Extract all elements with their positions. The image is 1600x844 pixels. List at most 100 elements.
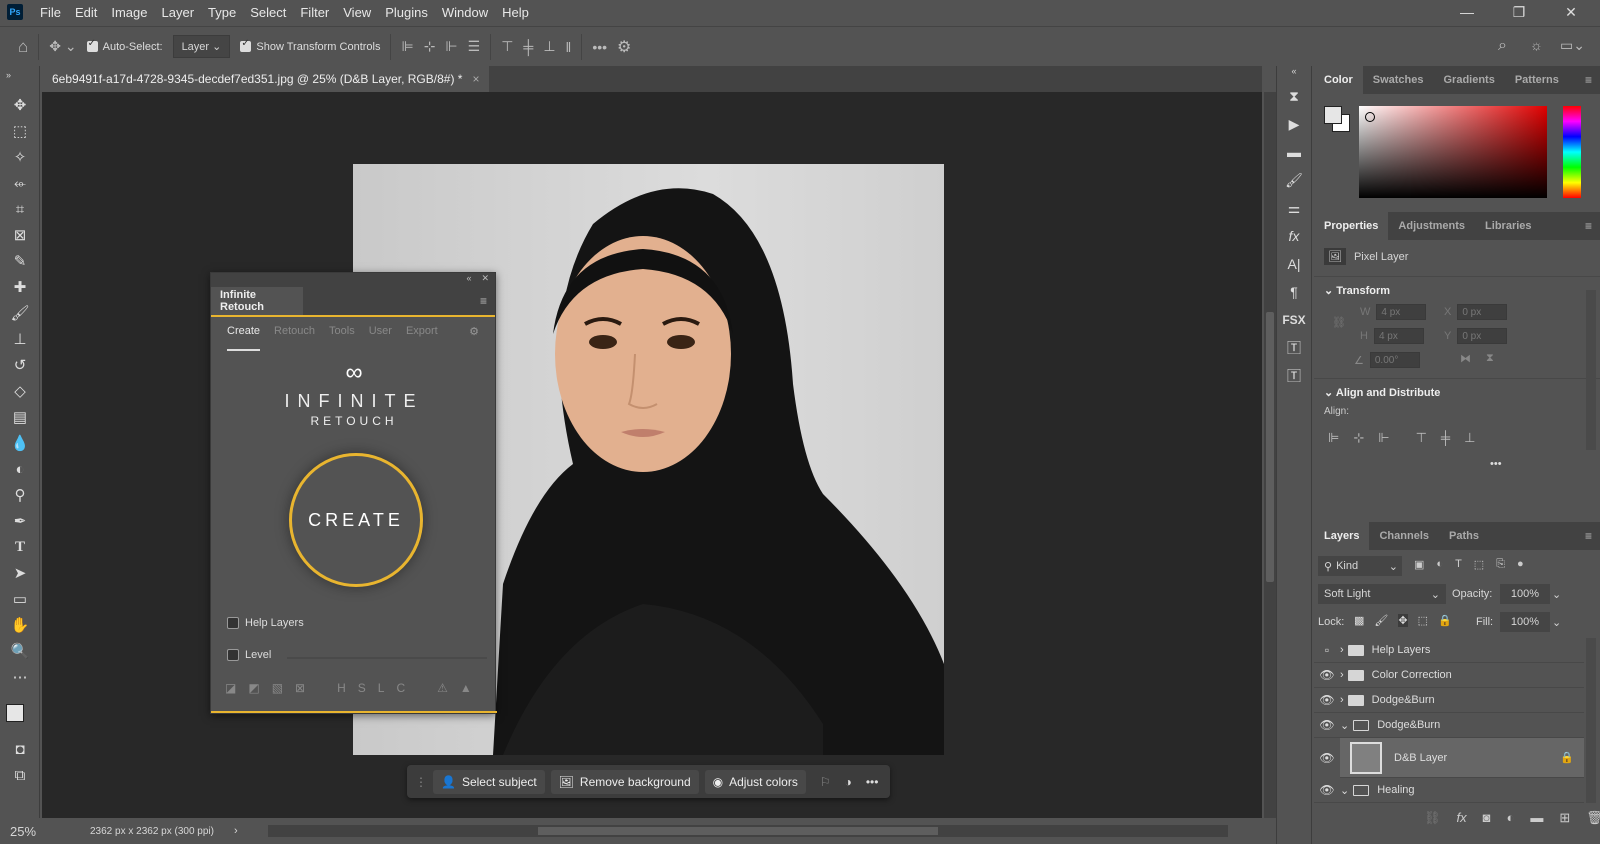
drag-handle-icon[interactable]: ⋮: [415, 775, 427, 789]
warning-outline-icon[interactable]: ⚠: [437, 681, 448, 695]
hue-button[interactable]: H: [337, 681, 346, 695]
filter-adjustment-icon[interactable]: ◐: [1436, 558, 1443, 571]
color-swatches[interactable]: [0, 690, 39, 736]
more-tools-icon[interactable]: ⋯: [0, 664, 40, 690]
lock-transparent-icon[interactable]: ▩: [1354, 614, 1364, 627]
align-left-icon[interactable]: ⊫: [401, 38, 413, 55]
new-layer-icon[interactable]: ⊞: [1559, 810, 1570, 826]
collapse-strip-icon[interactable]: «: [1277, 66, 1311, 82]
lock-position-icon[interactable]: ✥: [1398, 614, 1408, 627]
crop-tool[interactable]: ⌗: [0, 196, 40, 222]
fx-icon[interactable]: fx: [1457, 810, 1467, 826]
expand-toolbar-icon[interactable]: »: [0, 66, 39, 92]
expand-chevron-icon[interactable]: ›: [1340, 669, 1344, 681]
flip-horizontal-icon[interactable]: ⧓: [1460, 352, 1471, 365]
opacity-field[interactable]: 100%: [1500, 584, 1550, 604]
marquee-tool[interactable]: ⬚: [0, 118, 40, 144]
eyedropper-tool[interactable]: ✎: [0, 248, 40, 274]
tab-paths[interactable]: Paths: [1439, 522, 1489, 550]
clone-stamp-tool[interactable]: ⊥: [0, 326, 40, 352]
align-bottom-icon[interactable]: ⊥: [543, 38, 555, 55]
adjustment-layer-icon[interactable]: ◐: [1507, 810, 1515, 826]
add-mask-icon[interactable]: ◙: [1483, 810, 1491, 826]
eraser-tool[interactable]: ◇: [0, 378, 40, 404]
align-top-icon[interactable]: ⊤: [501, 38, 513, 55]
gradient-tool[interactable]: ▤: [0, 404, 40, 430]
zoom-lens-tool[interactable]: ⚲: [0, 482, 40, 508]
saturation-button[interactable]: S: [358, 681, 366, 695]
tab-gradients[interactable]: Gradients: [1433, 66, 1504, 94]
blend-mode-dropdown[interactable]: Soft Light ⌄: [1318, 584, 1446, 604]
eye-icon[interactable]: 👁: [1314, 668, 1340, 682]
flag-icon[interactable]: ⚐: [820, 775, 831, 789]
align-right-icon[interactable]: ⊩: [1378, 430, 1389, 446]
plugin-tab[interactable]: Infinite Retouch: [211, 287, 303, 315]
menu-plugins[interactable]: Plugins: [378, 5, 435, 20]
lasso-select-tool[interactable]: ⬰: [0, 170, 40, 196]
brushes-icon[interactable]: 🖌: [1277, 166, 1311, 194]
angle-field[interactable]: 0.00°: [1369, 352, 1420, 368]
gear-icon[interactable]: ⚙: [617, 37, 631, 57]
frame-tool[interactable]: ⊠: [0, 222, 40, 248]
close-window-button[interactable]: ✕: [1548, 0, 1594, 24]
scrollbar-thumb[interactable]: [1266, 312, 1274, 582]
menu-filter[interactable]: Filter: [293, 5, 336, 20]
styles-fx-icon[interactable]: fx: [1277, 222, 1311, 250]
layers-scrollbar[interactable]: [1586, 638, 1596, 803]
more-options-button[interactable]: •••: [592, 39, 607, 55]
zoom-level[interactable]: 25%: [10, 824, 70, 839]
restore-button[interactable]: ❐: [1496, 0, 1542, 24]
pen-tool[interactable]: ✒: [0, 508, 40, 534]
history-icon[interactable]: ⧗: [1277, 82, 1311, 110]
align-center-icon[interactable]: ⊹: [424, 38, 436, 55]
y-field[interactable]: 0 px: [1457, 328, 1508, 344]
distribute-icon[interactable]: ☰: [468, 38, 481, 55]
dodge-tool[interactable]: ◐: [0, 456, 40, 482]
link-layers-icon[interactable]: ⛓: [1424, 810, 1441, 826]
filter-pixel-icon[interactable]: ▣: [1414, 558, 1424, 571]
align-left-icon[interactable]: ⊫: [1328, 430, 1339, 446]
x-field[interactable]: 0 px: [1457, 304, 1508, 320]
luminance-button[interactable]: L: [378, 681, 385, 695]
eye-icon[interactable]: 👁: [1314, 783, 1340, 797]
expand-chevron-icon[interactable]: ›: [1340, 644, 1344, 656]
brush-tool[interactable]: 🖌: [0, 300, 40, 326]
object-selection-tool[interactable]: ✧: [0, 144, 40, 170]
tab-patterns[interactable]: Patterns: [1505, 66, 1569, 94]
foreground-color[interactable]: [6, 704, 24, 722]
zoom-tool[interactable]: 🔍: [0, 638, 40, 664]
status-expand-icon[interactable]: ›: [234, 825, 238, 837]
align-middle-icon[interactable]: ╪: [523, 39, 533, 55]
path-selection-tool[interactable]: ➤: [0, 560, 40, 586]
collapse-chevron-icon[interactable]: ⌄: [1340, 784, 1349, 797]
menu-view[interactable]: View: [336, 5, 378, 20]
menu-file[interactable]: File: [33, 5, 68, 20]
adjust-colors-button[interactable]: ◉ Adjust colors: [704, 769, 806, 794]
menu-window[interactable]: Window: [435, 5, 495, 20]
lock-pixels-icon[interactable]: 🖌: [1374, 614, 1388, 627]
move-tool-icon[interactable]: ✥ ⌄: [49, 38, 76, 55]
properties-scrollbar[interactable]: [1586, 290, 1596, 450]
align-more-button[interactable]: •••: [1490, 458, 1502, 470]
menu-edit[interactable]: Edit: [68, 5, 104, 20]
close-tab-button[interactable]: ×: [472, 72, 479, 86]
filter-shape-icon[interactable]: ⬚: [1474, 558, 1484, 571]
screen-mode-icon[interactable]: ⧉: [0, 762, 40, 788]
align-top-icon[interactable]: ⊤: [1416, 430, 1427, 446]
menu-image[interactable]: Image: [104, 5, 154, 20]
fill-dropdown-icon[interactable]: ⌄: [1552, 616, 1561, 629]
trash-icon[interactable]: 🗑: [1586, 810, 1600, 826]
select-subject-button[interactable]: 👤 Select subject: [433, 769, 545, 794]
layer-row-dodge-burn[interactable]: 👁 › Dodge&Burn: [1314, 688, 1584, 713]
flip-vertical-icon[interactable]: ⧗: [1486, 352, 1494, 365]
eye-icon[interactable]: 👁: [1314, 693, 1340, 707]
canvas-vertical-scrollbar[interactable]: [1264, 92, 1276, 818]
tab-channels[interactable]: Channels: [1369, 522, 1439, 550]
visibility-toggle-off[interactable]: ▫: [1314, 643, 1340, 657]
height-field[interactable]: 4 px: [1373, 328, 1424, 344]
collapse-icon[interactable]: «: [466, 273, 471, 287]
align-section-header[interactable]: ⌄ Align and Distribute: [1324, 386, 1440, 399]
blur-tool[interactable]: 💧: [0, 430, 40, 456]
hue-slider[interactable]: [1563, 106, 1581, 198]
clear-icon[interactable]: ⊠: [295, 681, 305, 695]
